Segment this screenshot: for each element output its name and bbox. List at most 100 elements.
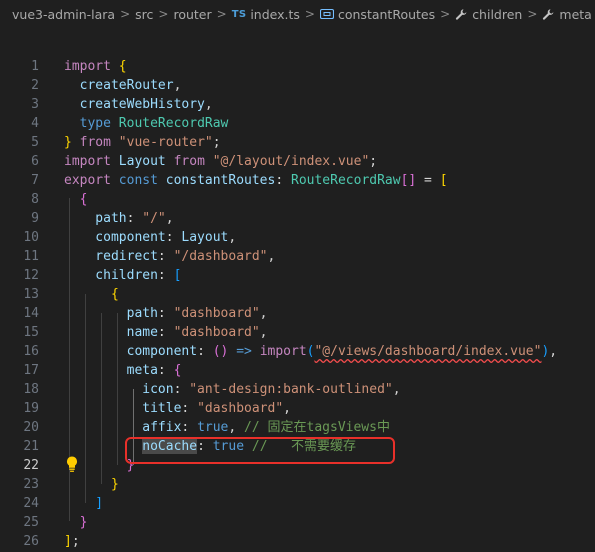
code-line[interactable]: 13 { [0,285,595,304]
breadcrumb-separator: > [527,7,538,21]
code-token: = [416,173,440,188]
code-token: Layout [118,154,174,169]
code-text: ] [64,494,103,513]
code-text: path: "/", [64,209,174,228]
code-line[interactable]: 24 ] [0,494,595,513]
line-number: 13 [23,287,39,302]
code-line[interactable]: 15 name: "dashboard", [0,323,595,342]
code-token: } [64,515,88,530]
code-line[interactable]: 26]; [0,532,595,551]
lightbulb-icon[interactable] [64,455,80,473]
typescript-file-icon: TS [231,8,247,20]
code-token: , [259,306,268,321]
breadcrumb-item-file[interactable]: TS index.ts [232,7,300,22]
code-token: : [165,230,182,245]
line-number: 3 [31,97,39,112]
code-line[interactable]: 12 children: [ [0,266,595,285]
code-token: redirect [64,249,158,264]
code-line[interactable]: 10 component: Layout, [0,228,595,247]
code-line[interactable]: 23 } [0,475,595,494]
code-token: icon [64,382,174,397]
code-token: , [228,420,245,435]
line-number: 16 [23,344,39,359]
code-line[interactable]: 7 export const constantRoutes: RouteRecor… [0,171,595,190]
code-line[interactable]: 19 title: "dashboard", [0,399,595,418]
code-token: "@/layout/index.vue" [212,154,370,169]
code-token: , [165,211,174,226]
variable-icon [319,8,334,20]
breadcrumb-item-constant-routes[interactable]: constantRoutes [319,7,435,22]
line-number: 15 [23,325,39,340]
breadcrumb-item-router[interactable]: router [173,7,211,22]
code-text: export const constantRoutes: RouteRecord… [64,171,448,190]
code-token: , [392,382,401,397]
line-number: 7 [31,173,39,188]
code-token: () [212,344,229,359]
line-number: 4 [31,116,39,131]
code-line[interactable]: 17 meta: { [0,361,595,380]
breadcrumb-item-src[interactable]: src [135,7,153,22]
code-text: import { [64,57,127,76]
code-token: "/dashboard" [173,249,268,264]
code-token: , [259,325,268,340]
code-token: "ant-design:bank-outlined" [189,382,393,397]
code-line[interactable]: 6 import Layout from "@/layout/index.vue"… [0,152,595,171]
code-token: from [173,154,213,169]
code-line[interactable]: 25 } [0,513,595,532]
code-text: } [64,513,88,532]
breadcrumb-item-children[interactable]: children [455,7,522,22]
code-token: : [157,306,174,321]
code-token: : [181,401,198,416]
code-line[interactable]: 18 icon: "ant-design:bank-outlined", [0,380,595,399]
code-text: icon: "ant-design:bank-outlined", [64,380,401,399]
breadcrumb-item-project[interactable]: vue3-admin-lara [12,7,115,22]
code-token: title [64,401,182,416]
code-token: "/" [142,211,166,226]
code-text: { [64,285,119,304]
code-line[interactable]: 9 path: "/", [0,209,595,228]
code-token: : [157,249,174,264]
code-token: : [157,268,174,283]
code-line[interactable]: 1 import { [0,57,595,76]
code-line[interactable]: 16 component: () => import("@/views/dash… [0,342,595,361]
code-token: ; [212,135,221,150]
code-token: from [71,135,119,150]
code-line[interactable]: 2 createRouter, [0,76,595,95]
breadcrumb-separator: > [304,7,315,21]
code-token: ; [369,154,378,169]
code-token: , [549,344,558,359]
code-line[interactable]: 4 type RouteRecordRaw [0,114,595,133]
breadcrumb-separator: > [120,7,131,21]
code-token: // 固定在tagsViews中 [244,420,390,435]
code-token: [ [173,268,182,283]
code-token: , [204,97,213,112]
code-token: { [64,192,88,207]
line-number: 11 [23,249,39,264]
code-token: "dashboard" [197,401,284,416]
code-line[interactable]: 3 createWebHistory, [0,95,595,114]
code-token: { [118,59,127,74]
code-token: true [197,420,229,435]
code-token: children [64,268,158,283]
code-line[interactable]: 5} from "vue-router"; [0,133,595,152]
code-token: , [228,230,237,245]
code-line[interactable]: 14 path: "dashboard", [0,304,595,323]
breadcrumb-separator: > [440,7,451,21]
wrench-icon [542,8,555,21]
code-line[interactable]: 20 affix: true, // 固定在tagsViews中 [0,418,595,437]
line-number: 5 [31,135,39,150]
code-text: ]; [64,532,80,551]
code-token: ] [64,496,104,511]
code-line[interactable]: 8 { [0,190,595,209]
code-token: : [157,363,174,378]
line-number: 19 [23,401,39,416]
line-number: 10 [23,230,39,245]
line-number: 18 [23,382,39,397]
code-token: : [181,420,198,435]
code-line[interactable]: 11 redirect: "/dashboard", [0,247,595,266]
code-token: import [64,59,119,74]
breadcrumb-item-meta[interactable]: meta [542,7,592,22]
code-editor[interactable]: 1 import {2 createRouter, 3 createWebHisto… [0,56,595,552]
code-token: createRouter [64,78,174,93]
code-token: , [267,249,276,264]
